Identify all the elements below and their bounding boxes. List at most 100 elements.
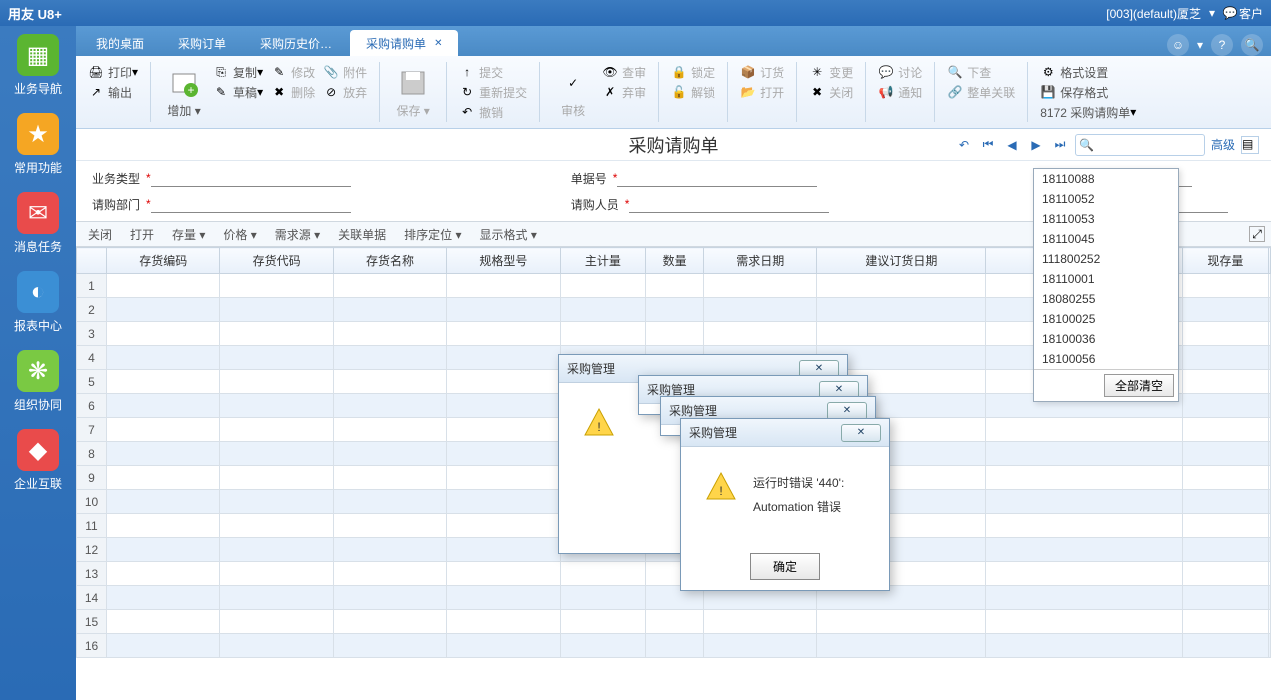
dropdown-item[interactable]: 18100056 (1034, 349, 1178, 369)
clear-all-button[interactable]: 全部清空 (1104, 374, 1174, 397)
col-header[interactable]: 需求日期 (704, 248, 817, 274)
grid-related[interactable]: 关联单据 (338, 226, 386, 243)
table-row[interactable]: 16 (77, 634, 1271, 658)
nav-org[interactable]: ❋组织协同 (8, 350, 68, 413)
nav-enterprise[interactable]: ◆企业互联 (8, 429, 68, 492)
dropdown-item[interactable]: 18110088 (1034, 169, 1178, 189)
dropdown-item[interactable]: 18110053 (1034, 209, 1178, 229)
attach-button[interactable]: 📎附件 (319, 62, 371, 82)
grid-demand[interactable]: 需求源 ▾ (275, 226, 320, 243)
input-biz-type[interactable] (151, 169, 351, 187)
col-header[interactable]: 存货名称 (333, 248, 446, 274)
draft-button[interactable]: ✎草稿 ▾ (209, 82, 267, 102)
doc-link-button[interactable]: 🔗整单关联 (943, 82, 1019, 102)
col-header[interactable]: 建议订货日期 (817, 248, 986, 274)
input-dept[interactable] (151, 195, 351, 213)
nav-messages[interactable]: ✉消息任务 (8, 192, 68, 255)
dropdown-item[interactable]: 18080255 (1034, 289, 1178, 309)
audit-button[interactable]: ✓审核 (548, 62, 598, 122)
unlock-button[interactable]: 🔓解锁 (667, 82, 719, 102)
lock-button[interactable]: 🔒锁定 (667, 62, 719, 82)
col-header[interactable]: 规格型号 (447, 248, 560, 274)
search-input[interactable] (1075, 134, 1205, 156)
change-button[interactable]: ✳变更 (805, 62, 857, 82)
dropdown-item[interactable]: 18110052 (1034, 189, 1178, 209)
next-icon[interactable]: ▶ (1027, 136, 1045, 154)
nav-common[interactable]: ★常用功能 (8, 113, 68, 176)
table-row[interactable]: 15 (77, 610, 1271, 634)
dialog-close-icon[interactable]: ✕ (841, 424, 881, 442)
save-format-button[interactable]: 💾保存格式 (1036, 82, 1140, 102)
prev-icon[interactable]: ◀ (1003, 136, 1021, 154)
col-header[interactable]: 数量 (646, 248, 704, 274)
order-goods-button[interactable]: 📦订货 (736, 62, 788, 82)
ok-button[interactable]: 确定 (750, 553, 820, 580)
nav-business[interactable]: ▦业务导航 (8, 34, 68, 97)
advanced-link[interactable]: 高级 (1211, 136, 1235, 153)
col-header[interactable]: 存货代码 (220, 248, 333, 274)
add-button[interactable]: +增加 ▾ (159, 62, 209, 122)
dropdown-item[interactable]: 18100036 (1034, 329, 1178, 349)
close-icon[interactable]: ✕ (434, 38, 442, 49)
tab-order[interactable]: 采购订单 (162, 30, 242, 56)
save-button[interactable]: 保存 ▾ (388, 62, 438, 122)
help-icon[interactable]: ? (1211, 34, 1233, 56)
nav-reports[interactable]: ◐报表中心 (8, 271, 68, 334)
smile-icon[interactable]: ☺ (1167, 34, 1189, 56)
label-dept: 请购部门 (92, 196, 140, 213)
submit-button[interactable]: ↑提交 (455, 62, 531, 82)
export-button[interactable]: ↗输出 (84, 82, 142, 102)
dropdown-item[interactable]: 18100025 (1034, 309, 1178, 329)
tab-history[interactable]: 采购历史价… (244, 30, 348, 56)
grid-open[interactable]: 打开 (130, 226, 154, 243)
open-button[interactable]: 📂打开 (736, 82, 788, 102)
modify-button[interactable]: ✎修改 (267, 62, 319, 82)
grid-display[interactable]: 显示格式 ▾ (480, 226, 537, 243)
print-button[interactable]: 🖨打印 ▾ (84, 62, 142, 82)
col-header[interactable] (77, 248, 107, 274)
resubmit-button[interactable]: ↻重新提交 (455, 82, 531, 102)
dropdown-icon[interactable]: ▾ (1209, 6, 1215, 20)
template-select[interactable]: 8172 采购请购单 ▾ (1036, 102, 1140, 122)
copy-button[interactable]: ⎘复制 ▾ (209, 62, 267, 82)
follow-button[interactable]: 🔍下查 (943, 62, 1019, 82)
abandon-button[interactable]: ⊘放弃 (319, 82, 371, 102)
dropdown-icon[interactable]: ▾ (1197, 38, 1203, 52)
first-icon[interactable]: ⏮ (979, 136, 997, 154)
dropdown-item[interactable]: 111800252 (1034, 249, 1178, 269)
customer-link[interactable]: 客户 (1239, 5, 1263, 22)
close-button[interactable]: ✖关闭 (805, 82, 857, 102)
draft-icon: ✎ (213, 84, 229, 100)
undo-button[interactable]: ↶撤销 (455, 102, 531, 122)
dropdown-item[interactable]: 18110045 (1034, 229, 1178, 249)
dropdown-item[interactable]: 18110001 (1034, 269, 1178, 289)
input-doc-no[interactable] (617, 169, 817, 187)
table-row[interactable]: 14 (77, 586, 1271, 610)
notify-button[interactable]: 📢通知 (874, 82, 926, 102)
user-info[interactable]: [003](default)厦芝 (1106, 5, 1201, 22)
last-icon[interactable]: ⏭ (1051, 136, 1069, 154)
delete-button[interactable]: ✖删除 (267, 82, 319, 102)
col-header[interactable]: 现存量 (1183, 248, 1269, 274)
format-button[interactable]: ⚙格式设置 (1036, 62, 1140, 82)
dialog-close-icon[interactable]: ✕ (827, 402, 867, 420)
col-header[interactable]: 主计量 (560, 248, 646, 274)
chat-icon[interactable]: 💬 (1221, 4, 1239, 22)
tab-desktop[interactable]: 我的桌面 (80, 30, 160, 56)
search-icon[interactable]: 🔍 (1241, 34, 1263, 56)
grid-close[interactable]: 关闭 (88, 226, 112, 243)
config-icon[interactable]: ▤ (1241, 136, 1259, 154)
tab-requisition[interactable]: 采购请购单✕ (350, 30, 458, 56)
col-header[interactable] (1268, 248, 1270, 274)
grid-expand-icon[interactable]: ⤢ (1249, 226, 1265, 242)
grid-sort[interactable]: 排序定位 ▾ (404, 226, 461, 243)
discuss-button[interactable]: 💬讨论 (874, 62, 926, 82)
undo-nav-icon[interactable]: ↶ (955, 136, 973, 154)
review-button[interactable]: 👁查审 (598, 62, 650, 82)
table-row[interactable]: 13 (77, 562, 1271, 586)
grid-stock[interactable]: 存量 ▾ (172, 226, 205, 243)
grid-price[interactable]: 价格 ▾ (223, 226, 256, 243)
input-person[interactable] (629, 195, 829, 213)
col-header[interactable]: 存货编码 (107, 248, 220, 274)
reject-button[interactable]: ✗弃审 (598, 82, 650, 102)
